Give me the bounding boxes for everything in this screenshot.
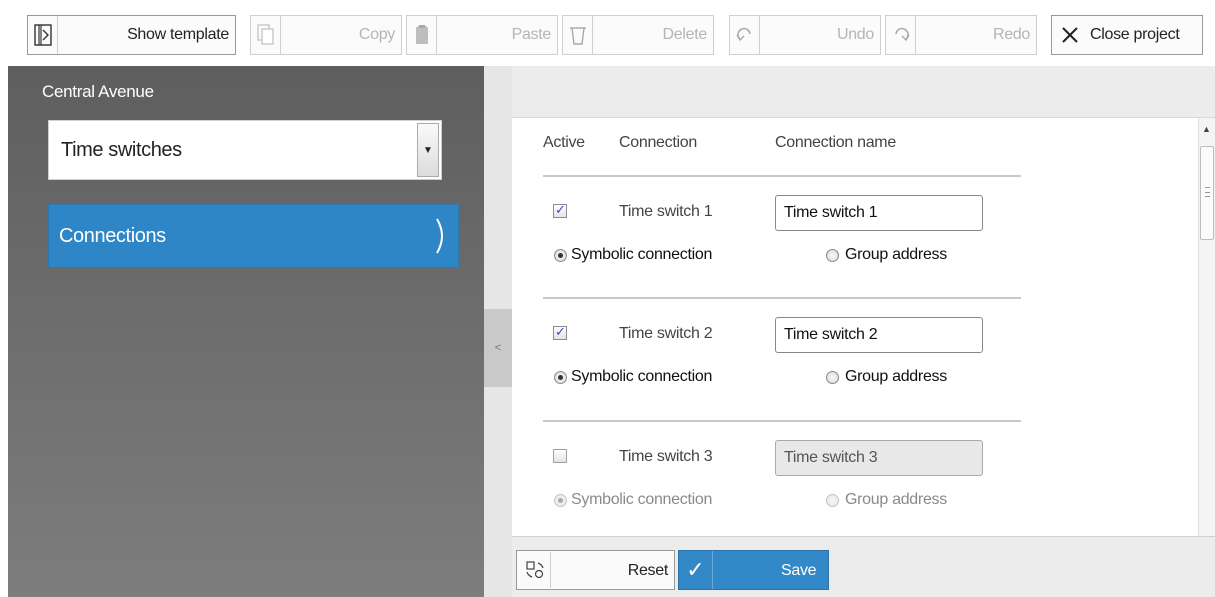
undo-label: Undo <box>836 26 874 43</box>
grip-icon <box>1205 187 1210 197</box>
connections-list: Active Connection Connection name Time s… <box>512 118 1198 536</box>
group-address-radio[interactable] <box>826 249 839 262</box>
sidebar-item-label: Connections <box>59 225 166 247</box>
connection-name-field[interactable]: Time switch 1 <box>775 195 983 231</box>
copy-icon <box>251 16 281 54</box>
divider <box>543 297 1021 299</box>
paste-button[interactable]: Paste <box>406 15 558 55</box>
checkmark-icon: ✓ <box>679 551 713 589</box>
divider <box>543 420 1021 422</box>
delete-label: Delete <box>662 26 708 43</box>
category-select[interactable]: Time switches ▼ <box>48 120 442 180</box>
symbolic-connection-label: Symbolic connection <box>571 246 713 263</box>
active-checkbox[interactable] <box>553 324 567 340</box>
show-template-label: Show template <box>127 26 229 43</box>
connection-label: Time switch 3 <box>619 448 713 465</box>
redo-button[interactable]: Redo <box>885 15 1037 55</box>
chevron-down-icon[interactable]: ▼ <box>417 123 439 177</box>
close-project-label: Close project <box>1090 26 1180 43</box>
connection-label: Time switch 1 <box>619 203 713 220</box>
copy-button[interactable]: Copy <box>250 15 402 55</box>
copy-label: Copy <box>358 26 395 43</box>
save-button[interactable]: ✓ Save <box>678 550 829 590</box>
panel-footer: Reset ✓ Save <box>512 536 1215 597</box>
chevron-right-icon <box>434 217 448 258</box>
group-address-label: Group address <box>845 491 947 508</box>
group-address-radio[interactable] <box>826 494 839 507</box>
save-label: Save <box>781 562 817 579</box>
scrollbar-thumb[interactable] <box>1200 146 1214 240</box>
panel-header <box>512 66 1215 118</box>
close-project-button[interactable]: Close project <box>1051 15 1203 55</box>
symbolic-connection-radio[interactable] <box>554 494 567 507</box>
divider <box>543 175 1021 177</box>
active-checkbox[interactable] <box>553 449 567 463</box>
paste-label: Paste <box>511 26 552 43</box>
vertical-scrollbar[interactable]: ▲ <box>1198 118 1215 536</box>
show-template-button[interactable]: Show template <box>27 15 236 55</box>
group-address-label: Group address <box>845 368 947 385</box>
reset-button[interactable]: Reset <box>516 550 675 590</box>
main-panel: Active Connection Connection name Time s… <box>512 66 1215 597</box>
delete-button[interactable]: Delete <box>562 15 714 55</box>
toolbar: Show template Copy Paste Delete Undo Red… <box>0 0 1215 66</box>
connection-label: Time switch 2 <box>619 325 713 342</box>
undo-button[interactable]: Undo <box>729 15 881 55</box>
project-title: Central Avenue <box>42 82 154 101</box>
column-header-connection-name: Connection name <box>775 134 896 151</box>
collapse-panel-button[interactable]: < <box>484 309 512 387</box>
symbolic-connection-radio[interactable] <box>554 249 567 262</box>
category-select-value: Time switches <box>61 139 182 161</box>
column-header-active: Active <box>543 134 585 151</box>
undo-icon <box>730 16 760 54</box>
trash-icon <box>563 16 593 54</box>
panel-splitter: < <box>484 66 512 597</box>
connection-name-field[interactable]: Time switch 3 <box>775 440 983 476</box>
column-header-connection: Connection <box>619 134 697 151</box>
reset-icon <box>519 552 551 588</box>
close-icon <box>1052 16 1088 54</box>
template-panel-icon <box>28 16 58 54</box>
sidebar-item-connections[interactable]: Connections <box>48 204 459 268</box>
redo-label: Redo <box>992 26 1030 43</box>
redo-icon <box>886 16 916 54</box>
group-address-label: Group address <box>845 246 947 263</box>
symbolic-connection-label: Symbolic connection <box>571 368 713 385</box>
symbolic-connection-radio[interactable] <box>554 371 567 384</box>
reset-label: Reset <box>627 562 669 579</box>
chevron-left-icon: < <box>494 342 502 354</box>
scroll-up-arrow-icon[interactable]: ▲ <box>1202 124 1211 134</box>
connection-name-field[interactable]: Time switch 2 <box>775 317 983 353</box>
paste-icon <box>407 16 437 54</box>
group-address-radio[interactable] <box>826 371 839 384</box>
sidebar: Central Avenue Time switches ▼ Connectio… <box>0 66 484 597</box>
active-checkbox[interactable] <box>553 202 567 218</box>
symbolic-connection-label: Symbolic connection <box>571 491 713 508</box>
